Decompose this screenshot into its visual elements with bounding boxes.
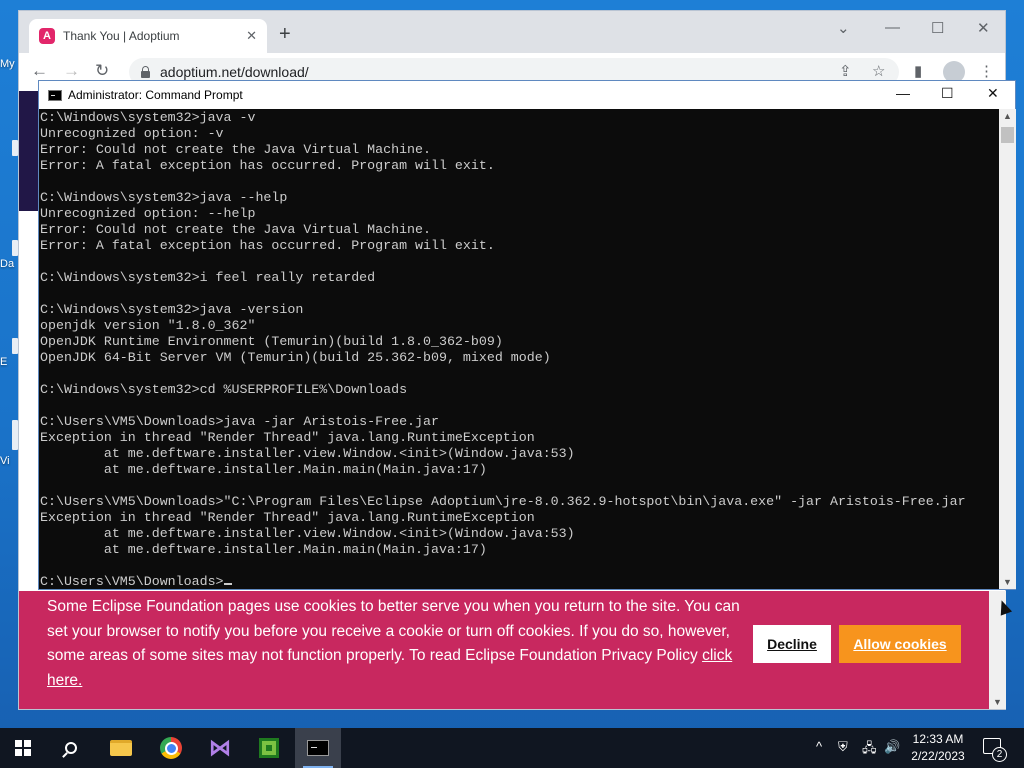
scroll-down-arrow-icon[interactable]: ▼ — [1003, 577, 1012, 587]
desktop-icon-label[interactable]: Vi — [0, 455, 18, 467]
notification-count-badge: 2 — [992, 747, 1007, 762]
cmd-title-bar[interactable]: Administrator: Command Prompt — ☐ ✕ — [39, 81, 1015, 109]
visual-studio-icon: ⋈ — [209, 735, 231, 760]
scrollbar-thumb[interactable] — [1001, 127, 1014, 143]
decline-cookies-button[interactable]: Decline — [753, 625, 831, 663]
file-explorer-icon — [110, 740, 132, 756]
scroll-up-arrow-icon[interactable]: ▲ — [1003, 111, 1012, 121]
desktop-icon-label-this-pc[interactable]: My — [0, 58, 18, 70]
taskbar-file-explorer[interactable] — [98, 728, 144, 768]
network-icon[interactable]: 🖧 — [862, 739, 877, 761]
tab-title: Thank You | Adoptium — [63, 29, 180, 43]
cmd-window-title: Administrator: Command Prompt — [68, 88, 243, 102]
console-line: C:\Windows\system32>i feel really retard… — [40, 270, 376, 285]
clock-date: 2/22/2023 — [911, 749, 965, 763]
console-line: Error: Could not create the Java Virtual… — [40, 142, 431, 157]
text-cursor — [223, 583, 232, 585]
console-line: Exception in thread "Render Thread" java… — [40, 430, 535, 445]
taskbar-search-button[interactable] — [48, 728, 94, 768]
back-arrow-icon[interactable]: ← — [31, 61, 48, 81]
console-line: Error: A fatal exception has occurred. P… — [40, 158, 495, 173]
new-tab-button[interactable]: + — [279, 23, 291, 46]
cookie-message: Some Eclipse Foundation pages use cookie… — [47, 595, 747, 693]
cmd-scrollbar[interactable]: ▲ ▼ — [999, 109, 1016, 589]
bookmark-star-icon[interactable]: ☆ — [872, 62, 885, 80]
console-line: OpenJDK Runtime Environment (Temurin)(bu… — [40, 334, 503, 349]
security-shield-icon[interactable]: ⛨ — [838, 739, 848, 755]
console-line: C:\Windows\system32>java -v — [40, 110, 256, 125]
console-prompt: C:\Users\VM5\Downloads> — [40, 574, 224, 589]
console-line: Unrecognized option: -v — [40, 126, 224, 141]
console-line: Error: Could not create the Java Virtual… — [40, 222, 431, 237]
console-line: C:\Users\VM5\Downloads>java -jar Aristoi… — [40, 414, 439, 429]
lock-icon[interactable] — [141, 65, 150, 78]
console-line: at me.deftware.installer.view.Window.<in… — [103, 446, 575, 461]
cmd-minimize-button[interactable]: — — [896, 85, 910, 101]
desktop-icon-label[interactable]: E — [0, 356, 18, 368]
start-button[interactable] — [0, 728, 46, 768]
command-prompt-window: Administrator: Command Prompt — ☐ ✕ C:\W… — [38, 80, 1016, 590]
url-text[interactable]: adoptium.net/download/ — [160, 64, 309, 80]
cookie-message-text: Some Eclipse Foundation pages use cookie… — [47, 598, 740, 664]
browser-close-button[interactable]: ✕ — [977, 19, 990, 37]
clock-time: 12:33 AM — [912, 732, 964, 746]
scroll-down-arrow-icon[interactable]: ▼ — [993, 697, 1002, 707]
system-clock[interactable]: 12:33 AM 2/22/2023 — [902, 731, 974, 765]
windows-start-icon — [15, 740, 31, 756]
desktop-icon-label[interactable]: Da — [0, 258, 18, 270]
command-prompt-icon — [48, 89, 62, 101]
console-line: OpenJDK 64-Bit Server VM (Temurin)(build… — [40, 350, 551, 365]
allow-cookies-button[interactable]: Allow cookies — [839, 625, 961, 663]
taskbar-command-prompt[interactable] — [295, 728, 341, 768]
browser-tab[interactable]: A Thank You | Adoptium ✕ — [29, 19, 267, 53]
console-text: C:\Windows\system32>java -v Unrecognized… — [40, 110, 999, 589]
taskbar-minecraft-launcher[interactable] — [246, 728, 292, 768]
console-line: openjdk version "1.8.0_362" — [40, 318, 256, 333]
search-icon — [65, 742, 77, 754]
console-line: Exception in thread "Render Thread" java… — [40, 510, 535, 525]
share-icon[interactable]: ⇪ — [839, 62, 852, 80]
console-line: at me.deftware.installer.view.Window.<in… — [103, 526, 575, 541]
command-prompt-icon — [307, 740, 329, 756]
show-hidden-icons-chevron-icon[interactable]: ^ — [816, 739, 822, 754]
page-header-strip — [19, 91, 39, 211]
reload-icon[interactable]: ↻ — [95, 61, 109, 81]
chrome-icon — [160, 737, 182, 759]
browser-minimize-button[interactable]: — — [885, 19, 900, 36]
tab-strip: A Thank You | Adoptium ✕ + ⌄ — ☐ ✕ — [19, 11, 1005, 53]
volume-icon[interactable]: 🔊 — [884, 739, 900, 755]
forward-arrow-icon[interactable]: → — [63, 61, 80, 81]
console-line: at me.deftware.installer.Main.main(Main.… — [103, 542, 487, 557]
console-line: at me.deftware.installer.Main.main(Main.… — [103, 462, 487, 477]
console-line: C:\Windows\system32>cd %USERPROFILE%\Dow… — [40, 382, 408, 397]
browser-maximize-button[interactable]: ☐ — [931, 19, 944, 37]
cmd-maximize-button[interactable]: ☐ — [941, 85, 954, 102]
console-line: C:\Windows\system32>java -version — [40, 302, 304, 317]
console-output[interactable]: C:\Windows\system32>java -v Unrecognized… — [39, 109, 999, 589]
side-panel-icon[interactable]: ▮ — [914, 62, 922, 80]
taskbar: ⋈ ^ ⛨ 🖧 🔊 12:33 AM 2/22/2023 2 — [0, 728, 1024, 768]
console-line: Unrecognized option: --help — [40, 206, 256, 221]
cookie-consent-banner: Some Eclipse Foundation pages use cookie… — [19, 591, 989, 709]
minecraft-launcher-icon — [259, 738, 279, 758]
cmd-close-button[interactable]: ✕ — [987, 85, 999, 102]
console-line: Error: A fatal exception has occurred. P… — [40, 238, 495, 253]
console-line: C:\Windows\system32>java --help — [40, 190, 288, 205]
adoptium-favicon-icon: A — [39, 28, 55, 44]
chrome-menu-icon[interactable]: ⋮ — [979, 62, 994, 80]
console-line: C:\Users\VM5\Downloads>"C:\Program Files… — [40, 494, 966, 509]
taskbar-chrome[interactable] — [148, 728, 194, 768]
tab-search-icon[interactable]: ⌄ — [837, 19, 850, 37]
tab-close-icon[interactable]: ✕ — [246, 28, 257, 44]
taskbar-visual-studio[interactable]: ⋈ — [197, 728, 243, 768]
